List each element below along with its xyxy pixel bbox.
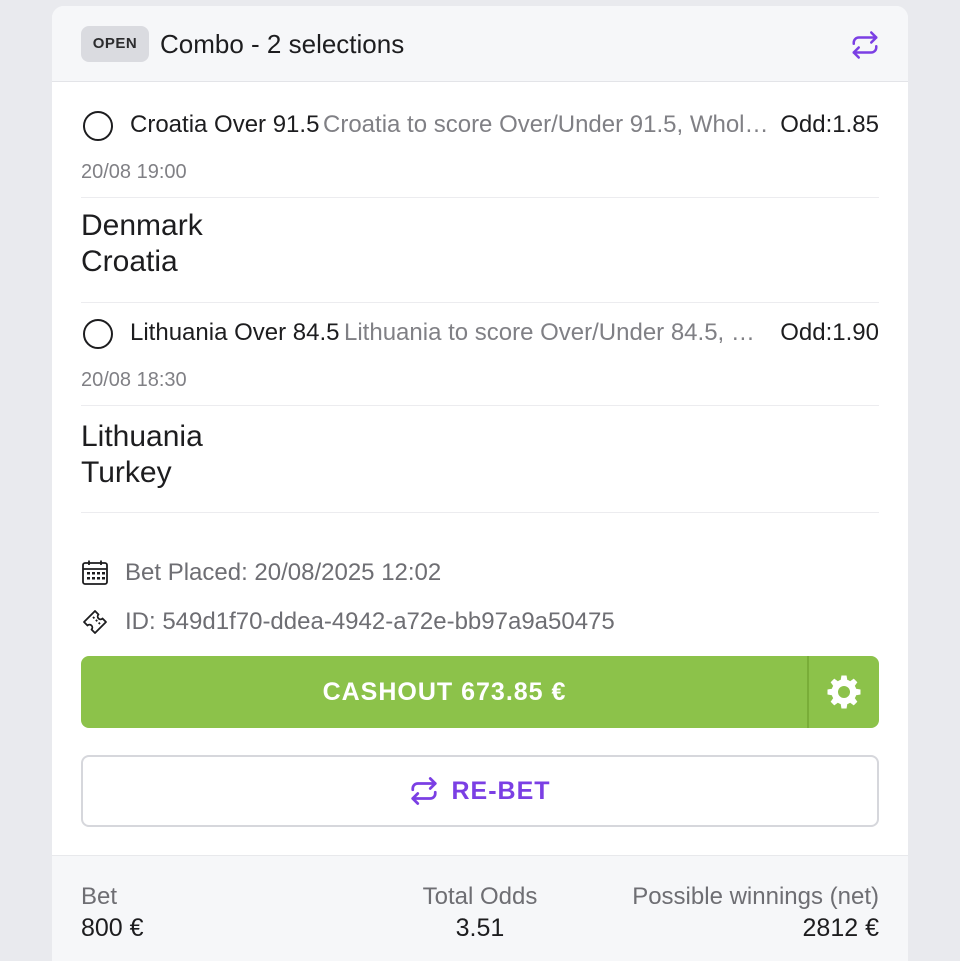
home-team: Lithuania	[81, 420, 203, 453]
selection-name: Lithuania Over 84.5	[130, 319, 340, 346]
divider	[81, 197, 879, 198]
selection-date: 20/08 19:00	[81, 161, 187, 183]
selection-item: Croatia Over 91.5 Croatia to score Over/…	[81, 107, 879, 307]
selection-radio[interactable]	[83, 111, 113, 141]
cashout-button[interactable]: CASHOUT 673.85 €	[81, 656, 879, 728]
selection-description: Lithuania to score Over/Under 84.5, Whol…	[344, 319, 776, 346]
away-team: Turkey	[81, 456, 172, 489]
repeat-arrows-icon[interactable]	[850, 30, 880, 60]
rebet-content: RE-BET	[83, 757, 877, 825]
winnings-value: 2812 €	[802, 914, 879, 942]
possible-winnings: Possible winnings (net) 2812 €	[632, 882, 879, 944]
bet-summary: Bet 800 € Total Odds 3.51 Possible winni…	[52, 855, 908, 961]
away-team: Croatia	[81, 245, 178, 278]
repeat-arrows-icon	[411, 777, 438, 805]
divider	[81, 512, 879, 513]
bet-placed-row: Bet Placed: 20/08/2025 12:02	[81, 557, 781, 589]
selection-item: Lithuania Over 84.5 Lithuania to score O…	[81, 315, 879, 515]
bet-value: 800 €	[81, 914, 144, 942]
divider	[81, 302, 879, 303]
rebet-button[interactable]: RE-BET	[81, 755, 879, 827]
selection-odd: Odd:1.90	[780, 319, 879, 346]
selection-odd: Odd:1.85	[780, 111, 879, 138]
selection-radio[interactable]	[83, 319, 113, 349]
rebet-label: RE-BET	[451, 776, 551, 805]
winnings-label: Possible winnings (net)	[632, 883, 879, 910]
bet-label: Bet	[81, 883, 118, 910]
selection-description: Croatia to score Over/Under 91.5, Whole …	[323, 111, 775, 138]
selection-row: Lithuania Over 84.5 Lithuania to score O…	[81, 315, 879, 351]
cashout-label: CASHOUT 673.85 €	[322, 678, 567, 706]
gear-icon[interactable]	[826, 674, 862, 710]
selection-date: 20/08 18:30	[81, 369, 187, 391]
bet-amount: Bet 800 €	[81, 882, 144, 944]
calendar-icon	[82, 560, 108, 585]
ticket-icon	[83, 610, 107, 634]
total-odds-label: Total Odds	[422, 883, 538, 910]
divider	[807, 656, 809, 728]
bet-id-row: ID: 549d1f70-ddea-4942-a72e-bb97a9a50475	[81, 606, 781, 638]
home-team: Denmark	[81, 209, 203, 242]
bet-card: OPEN Combo - 2 selections Croatia Over 9…	[52, 6, 908, 961]
bet-placed-text: Bet Placed: 20/08/2025 12:02	[125, 559, 442, 586]
bet-id-text: ID: 549d1f70-ddea-4942-a72e-bb97a9a50475	[125, 608, 615, 635]
divider	[81, 405, 879, 406]
total-odds-value: 3.51	[455, 914, 505, 942]
selection-name: Croatia Over 91.5	[130, 111, 320, 138]
bet-title: Combo - 2 selections	[160, 29, 405, 59]
bet-header: OPEN Combo - 2 selections	[52, 6, 908, 82]
selection-row: Croatia Over 91.5 Croatia to score Over/…	[81, 107, 879, 143]
status-badge: OPEN	[81, 26, 149, 62]
total-odds: Total Odds 3.51	[402, 882, 558, 944]
